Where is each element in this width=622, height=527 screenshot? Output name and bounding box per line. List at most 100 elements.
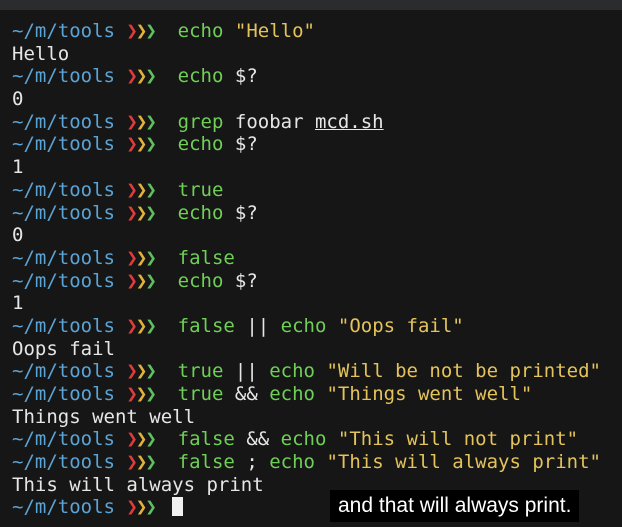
prompt-line: ~/m/tools ❯❯❯ true || echo "Will be not … bbox=[12, 360, 622, 383]
string-argument: "Things went well" bbox=[326, 383, 533, 405]
prompt-line: ~/m/tools ❯❯❯ false bbox=[12, 247, 622, 270]
shell-operator: && bbox=[246, 428, 270, 451]
prompt-arrow-icon: ❯ bbox=[126, 65, 138, 88]
prompt-arrows-icon: ❯❯❯ bbox=[126, 178, 157, 201]
prompt-arrows-icon: ❯❯❯ bbox=[126, 246, 157, 269]
shell-operator: || bbox=[234, 360, 258, 383]
string-argument: "Hello" bbox=[234, 20, 315, 42]
command-name: echo bbox=[269, 383, 315, 405]
prompt-path: ~/m/tools bbox=[12, 314, 115, 337]
output-text: Oops fail bbox=[12, 337, 115, 360]
command-name: false bbox=[177, 246, 235, 269]
prompt-arrow-icon: ❯ bbox=[135, 428, 148, 451]
prompt-arrow-icon: ❯ bbox=[126, 201, 138, 224]
prompt-arrow-icon: ❯ bbox=[135, 451, 148, 474]
prompt-arrow-icon: ❯ bbox=[145, 20, 157, 42]
output-text: Things went well bbox=[12, 405, 196, 428]
shell-operator: && bbox=[234, 383, 258, 405]
prompt-arrow-icon: ❯ bbox=[126, 496, 138, 519]
prompt-line: ~/m/tools ❯❯❯ false && echo "This will n… bbox=[12, 428, 622, 451]
prompt-path: ~/m/tools bbox=[12, 133, 115, 156]
prompt-arrow-icon: ❯ bbox=[135, 314, 148, 337]
prompt-arrow-icon: ❯ bbox=[135, 65, 148, 88]
prompt-arrows-icon: ❯❯❯ bbox=[126, 496, 156, 519]
prompt-path: ~/m/tools bbox=[12, 428, 115, 451]
prompt-arrows-icon: ❯❯❯ bbox=[126, 65, 157, 88]
prompt-arrow-icon: ❯ bbox=[135, 496, 148, 519]
output-text: 0 bbox=[12, 88, 24, 111]
prompt-line: ~/m/tools ❯❯❯ echo $? bbox=[12, 133, 622, 156]
command-name: true bbox=[177, 178, 224, 201]
prompt-arrow-icon: ❯ bbox=[145, 314, 157, 337]
prompt-path: ~/m/tools bbox=[12, 110, 115, 133]
prompt-arrow-icon: ❯ bbox=[126, 246, 138, 269]
prompt-arrows-icon: ❯❯❯ bbox=[126, 269, 157, 292]
command-name: false bbox=[177, 451, 235, 474]
prompt-arrow-icon: ❯ bbox=[135, 133, 148, 156]
prompt-path: ~/m/tools bbox=[12, 451, 115, 474]
string-argument: "Oops fail" bbox=[337, 314, 464, 337]
prompt-line: ~/m/tools ❯❯❯ grep foobar mcd.sh bbox=[12, 111, 622, 134]
command-name: echo bbox=[269, 360, 315, 383]
string-argument: "This will not print" bbox=[337, 428, 579, 451]
argument: $? bbox=[234, 269, 258, 292]
prompt-arrow-icon: ❯ bbox=[126, 133, 138, 156]
output-text: This will always print bbox=[12, 473, 264, 496]
prompt-arrow-icon: ❯ bbox=[135, 269, 148, 292]
command-name: false bbox=[177, 428, 235, 451]
prompt-arrow-icon: ❯ bbox=[145, 178, 157, 201]
string-argument: "This will always print" bbox=[326, 451, 601, 474]
output-text: 1 bbox=[12, 156, 24, 179]
prompt-arrow-icon: ❯ bbox=[145, 65, 157, 88]
command-name: echo bbox=[177, 65, 224, 88]
prompt-arrow-icon: ❯ bbox=[135, 110, 148, 133]
command-name: echo bbox=[269, 451, 315, 474]
prompt-arrow-icon: ❯ bbox=[135, 360, 148, 383]
command-name: echo bbox=[177, 20, 224, 42]
window-top-bar bbox=[0, 0, 622, 10]
prompt-path: ~/m/tools bbox=[12, 360, 115, 383]
prompt-arrow-icon: ❯ bbox=[126, 383, 138, 405]
argument: $? bbox=[234, 133, 258, 156]
prompt-line: ~/m/tools ❯❯❯ true bbox=[12, 179, 622, 202]
prompt-arrow-icon: ❯ bbox=[145, 246, 157, 269]
command-name: true bbox=[177, 360, 224, 383]
command-name: grep bbox=[177, 110, 224, 133]
output-line: Oops fail bbox=[12, 338, 622, 361]
terminal-cursor[interactable] bbox=[172, 497, 184, 517]
prompt-arrow-icon: ❯ bbox=[145, 360, 157, 383]
terminal-output[interactable]: ~/m/tools ❯❯❯ echo "Hello" Hello ~/m/tools… bbox=[0, 10, 622, 527]
prompt-arrows-icon: ❯❯❯ bbox=[126, 110, 157, 133]
prompt-line: ~/m/tools ❯❯❯ false ; echo "This will al… bbox=[12, 451, 622, 474]
prompt-line: ~/m/tools ❯❯❯ echo $? bbox=[12, 202, 622, 225]
prompt-arrows-icon: ❯❯❯ bbox=[126, 451, 156, 474]
prompt-arrows-icon: ❯❯❯ bbox=[126, 20, 157, 42]
argument: foobar bbox=[234, 110, 304, 133]
prompt-arrows-icon: ❯❯❯ bbox=[126, 201, 156, 224]
output-text: Hello bbox=[12, 42, 70, 65]
prompt-arrow-icon: ❯ bbox=[145, 133, 157, 156]
prompt-path: ~/m/tools bbox=[12, 178, 115, 201]
prompt-arrow-icon: ❯ bbox=[145, 110, 157, 133]
output-line: Hello bbox=[12, 43, 622, 66]
prompt-arrow-icon: ❯ bbox=[135, 20, 148, 42]
shell-operator: || bbox=[246, 314, 270, 337]
prompt-arrow-icon: ❯ bbox=[126, 360, 138, 383]
prompt-path: ~/m/tools bbox=[12, 496, 115, 519]
prompt-path: ~/m/tools bbox=[12, 20, 115, 42]
argument: $? bbox=[234, 201, 258, 224]
prompt-arrow-icon: ❯ bbox=[145, 269, 157, 292]
output-line: Things went well bbox=[12, 406, 622, 429]
argument: $? bbox=[234, 65, 258, 88]
prompt-path: ~/m/tools bbox=[12, 383, 115, 405]
prompt-arrow-icon: ❯ bbox=[126, 20, 138, 42]
command-name: false bbox=[177, 314, 235, 337]
prompt-arrow-icon: ❯ bbox=[126, 110, 138, 133]
prompt-arrows-icon: ❯❯❯ bbox=[126, 314, 157, 337]
prompt-path: ~/m/tools bbox=[12, 246, 115, 269]
prompt-arrow-icon: ❯ bbox=[126, 178, 138, 201]
prompt-arrow-icon: ❯ bbox=[126, 451, 138, 474]
file-argument: mcd.sh bbox=[314, 110, 384, 133]
prompt-line: ~/m/tools ❯❯❯ echo $? bbox=[12, 270, 622, 293]
command-name: echo bbox=[177, 269, 224, 292]
